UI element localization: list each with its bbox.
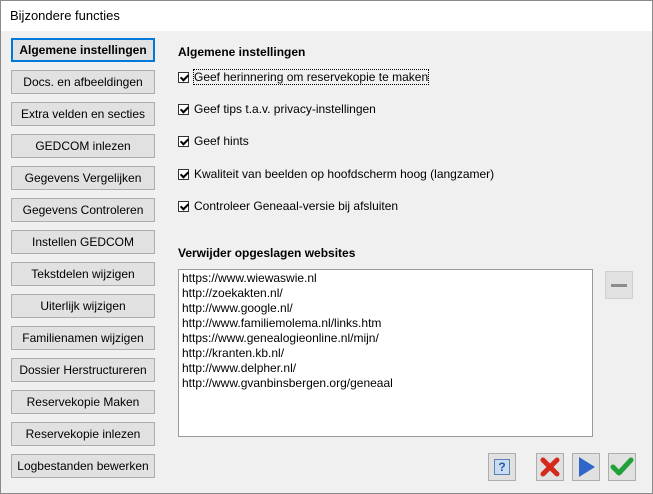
nav-label: Gegevens Vergelijken bbox=[24, 171, 142, 185]
option-label: Geef hints bbox=[194, 134, 249, 148]
nav-button-algemene-instellingen[interactable]: Algemene instellingen bbox=[11, 38, 155, 62]
nav-button-instellen-gedcom[interactable]: Instellen GEDCOM bbox=[11, 230, 155, 254]
ok-button[interactable] bbox=[608, 453, 636, 481]
nav-label: Reservekopie inlezen bbox=[25, 427, 141, 441]
list-item[interactable]: https://www.wiewaswie.nl bbox=[182, 271, 589, 286]
minus-icon bbox=[611, 284, 627, 287]
option-version-check[interactable]: Controleer Geneaal-versie bij afsluiten bbox=[178, 198, 398, 214]
option-label: Kwaliteit van beelden op hoofdscherm hoo… bbox=[194, 167, 495, 181]
checkbox-checked[interactable] bbox=[178, 168, 189, 180]
nav-button-reservekopie-inlezen[interactable]: Reservekopie inlezen bbox=[11, 422, 155, 446]
nav-button-uiterlijk-wijzigen[interactable]: Uiterlijk wijzigen bbox=[11, 294, 155, 318]
list-item[interactable]: http://zoekakten.nl/ bbox=[182, 286, 589, 301]
checkbox-checked[interactable] bbox=[178, 200, 189, 212]
cancel-x-icon bbox=[540, 457, 560, 477]
dialog-window: Bijzondere functies Algemene instellinge… bbox=[0, 0, 653, 494]
checkbox-checked[interactable] bbox=[178, 135, 189, 147]
window-title: Bijzondere functies bbox=[10, 8, 120, 23]
list-item[interactable]: http://www.delpher.nl/ bbox=[182, 361, 589, 376]
section-heading-websites: Verwijder opgeslagen websites bbox=[178, 246, 356, 260]
help-icon: ? bbox=[494, 459, 510, 475]
list-item[interactable]: http://www.google.nl/ bbox=[182, 301, 589, 316]
option-label: Controleer Geneaal-versie bij afsluiten bbox=[194, 199, 399, 213]
section-heading-general: Algemene instellingen bbox=[178, 45, 306, 59]
checkbox-checked[interactable] bbox=[178, 71, 189, 83]
option-image-quality[interactable]: Kwaliteit van beelden op hoofdscherm hoo… bbox=[178, 166, 494, 182]
nav-button-logbestanden-bewerken[interactable]: Logbestanden bewerken bbox=[11, 454, 155, 478]
option-label: Geef herinnering om reservekopie te make… bbox=[192, 69, 430, 85]
list-item[interactable]: http://www.gvanbinsbergen.org/geneaal bbox=[182, 376, 589, 391]
nav-button-dossier-herstructureren[interactable]: Dossier Herstructureren bbox=[11, 358, 155, 382]
list-item[interactable]: http://www.familiemolema.nl/links.htm bbox=[182, 316, 589, 331]
help-button[interactable]: ? bbox=[488, 453, 516, 481]
nav-label: Reservekopie Maken bbox=[26, 395, 140, 409]
option-label: Geef tips t.a.v. privacy-instellingen bbox=[194, 102, 376, 116]
cancel-button[interactable] bbox=[536, 453, 564, 481]
nav-label: Gegevens Controleren bbox=[22, 203, 144, 217]
nav-button-tekstdelen-wijzigen[interactable]: Tekstdelen wijzigen bbox=[11, 262, 155, 286]
run-button[interactable] bbox=[572, 453, 600, 481]
nav-label: Uiterlijk wijzigen bbox=[40, 299, 126, 313]
nav-label: Logbestanden bewerken bbox=[17, 459, 149, 473]
saved-websites-list[interactable]: https://www.wiewaswie.nl http://zoekakte… bbox=[178, 269, 593, 437]
nav-label: Tekstdelen wijzigen bbox=[31, 267, 135, 281]
nav-label: Algemene instellingen bbox=[19, 43, 147, 57]
nav-label: Familienamen wijzigen bbox=[22, 331, 144, 345]
list-item[interactable]: https://www.genealogieonline.nl/mijn/ bbox=[182, 331, 589, 346]
nav-label: Dossier Herstructureren bbox=[19, 363, 147, 377]
nav-button-gedcom-inlezen[interactable]: GEDCOM inlezen bbox=[11, 134, 155, 158]
nav-label: Instellen GEDCOM bbox=[31, 235, 135, 249]
nav-button-extra-velden-en-secties[interactable]: Extra velden en secties bbox=[11, 102, 155, 126]
checkbox-checked[interactable] bbox=[178, 103, 189, 115]
title-bar: Bijzondere functies bbox=[1, 1, 652, 31]
nav-label: GEDCOM inlezen bbox=[35, 139, 131, 153]
play-icon bbox=[579, 457, 595, 477]
nav-button-familienamen-wijzigen[interactable]: Familienamen wijzigen bbox=[11, 326, 155, 350]
list-item[interactable]: http://kranten.kb.nl/ bbox=[182, 346, 589, 361]
nav-button-reservekopie-maken[interactable]: Reservekopie Maken bbox=[11, 390, 155, 414]
nav-label: Docs. en afbeeldingen bbox=[23, 75, 143, 89]
nav-button-docs-en-afbeeldingen[interactable]: Docs. en afbeeldingen bbox=[11, 70, 155, 94]
nav-label: Extra velden en secties bbox=[20, 107, 146, 121]
nav-button-gegevens-vergelijken[interactable]: Gegevens Vergelijken bbox=[11, 166, 155, 190]
checkmark-icon bbox=[610, 457, 634, 476]
option-backup-reminder[interactable]: Geef herinnering om reservekopie te make… bbox=[178, 69, 430, 85]
nav-button-gegevens-controleren[interactable]: Gegevens Controleren bbox=[11, 198, 155, 222]
option-hints[interactable]: Geef hints bbox=[178, 133, 249, 149]
remove-website-button[interactable] bbox=[605, 271, 633, 299]
option-privacy-tips[interactable]: Geef tips t.a.v. privacy-instellingen bbox=[178, 101, 376, 117]
